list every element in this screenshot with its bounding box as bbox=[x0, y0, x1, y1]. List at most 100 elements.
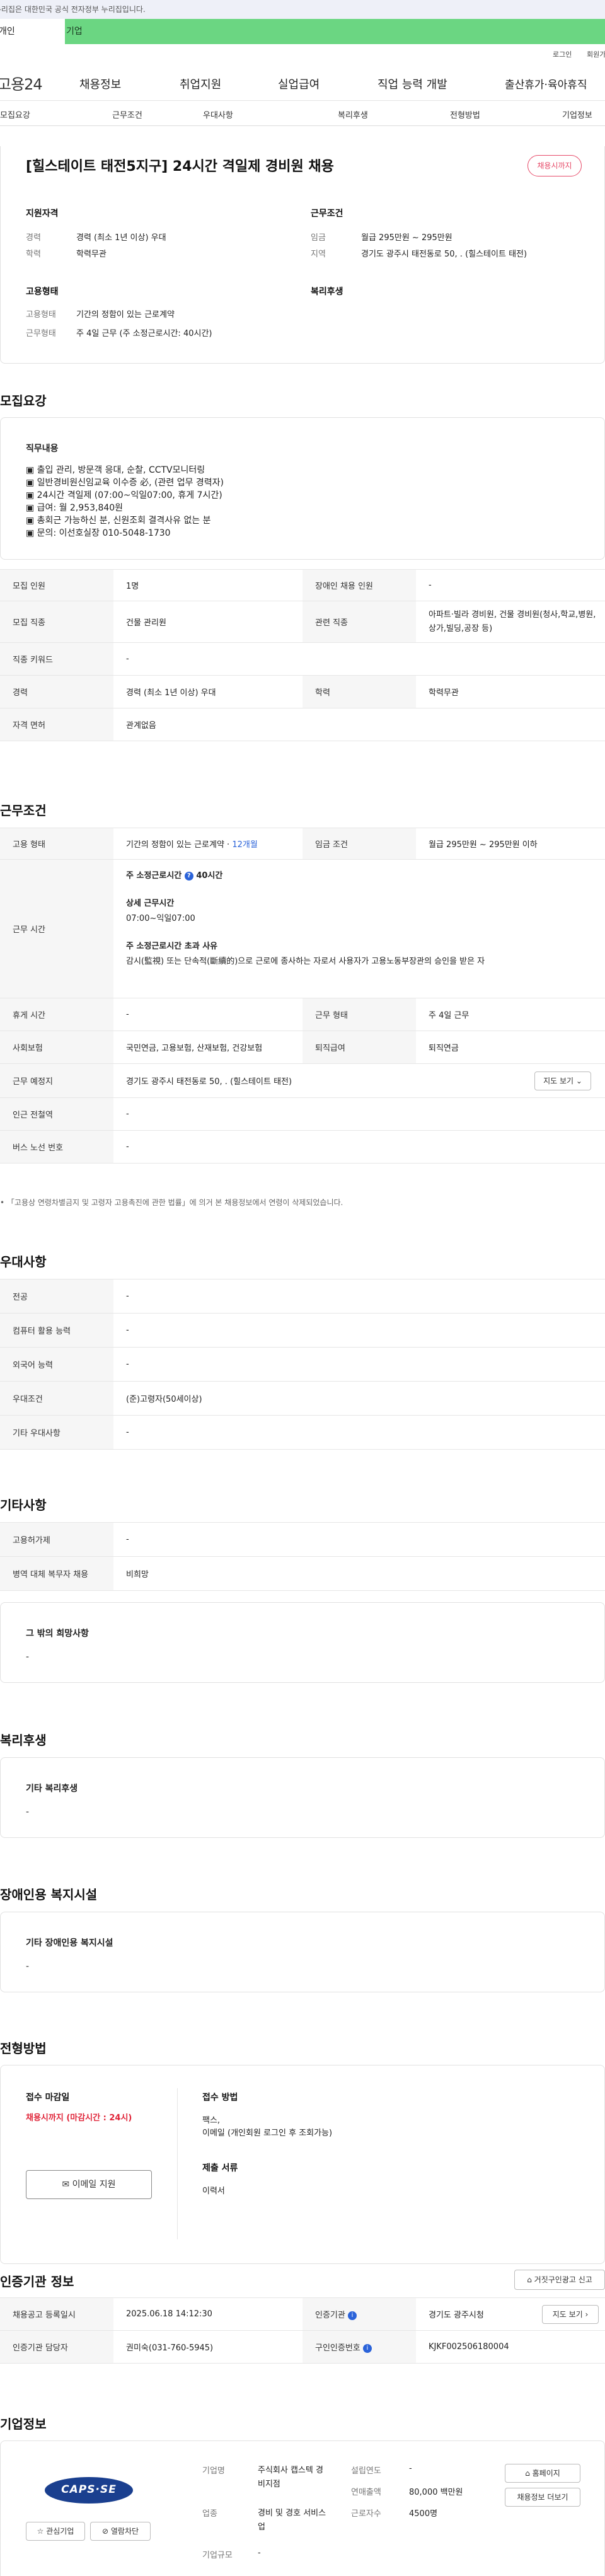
job-summary-card: [힐스테이트 태전5지구] 24시간 격일제 경비원 채용 채용시까지 지원자격… bbox=[0, 146, 605, 364]
gnb-menu-employment-support[interactable]: 취업지원 bbox=[180, 76, 221, 92]
duty-line: ▣ 문의: 이선호실장 010-5048-1730 bbox=[26, 528, 171, 538]
major-label: 전공 bbox=[0, 1279, 113, 1314]
employment-type-value: 기간의 정함이 있는 근로계약 bbox=[76, 310, 175, 320]
duty-line: ▣ 총회근 가능하신 분, 신원조회 결격사유 없는 분 bbox=[26, 516, 211, 526]
duty-line: ▣ 출입 관리, 방문객 응대, 순찰, CCTV모니터링 bbox=[26, 465, 205, 475]
manager-label: 인증기관 담당자 bbox=[0, 2330, 113, 2364]
docs-value: 이력서 bbox=[202, 2186, 225, 2196]
cert-number-value: KJKF002506180004 bbox=[416, 2330, 605, 2364]
join-link[interactable]: 회원가입 bbox=[587, 49, 605, 59]
selection-card: 접수 마감일 채용시까지 (마감시간 : 24시) ✉ 이메일 지원 접수 방법… bbox=[0, 2065, 605, 2264]
benefit-section-title: 복리후생 bbox=[0, 1733, 47, 1748]
duty-line: ▣ 급여: 월 2,953,840원 bbox=[26, 503, 124, 513]
conditions-heading: 근무조건 bbox=[311, 209, 343, 219]
tab-company[interactable]: 기업 bbox=[65, 19, 605, 44]
gnb-menu-skills[interactable]: 직업 능력 개발 bbox=[377, 76, 447, 92]
agency-map-button[interactable]: 지도 보기 › bbox=[542, 2305, 599, 2324]
company-logo: CAPS·SE bbox=[26, 2464, 152, 2517]
work-form-value: 주 4일 근무 bbox=[416, 998, 605, 1031]
map-view-button[interactable]: 지도 보기 ⌄ bbox=[534, 1071, 591, 1090]
detail-hours-label: 상세 근무시간 bbox=[126, 899, 175, 908]
site-logo[interactable]: 고용24 bbox=[0, 72, 43, 94]
duty-line: ▣ 24시간 격일제 (07:00~익일07:00, 휴게 7시간) bbox=[26, 490, 222, 500]
employment-form-value: 기간의 정함이 있는 근로계약 · bbox=[126, 840, 233, 850]
selection-section-title: 전형방법 bbox=[0, 2041, 47, 2056]
rest-time-value: - bbox=[113, 998, 302, 1031]
gnb-menu-parental-leave[interactable]: 출산휴가·육아휴직 bbox=[505, 76, 587, 91]
wage-value: 월급 295만원 ~ 295만원 bbox=[361, 233, 452, 243]
anchor-preference[interactable]: 우대사항 bbox=[203, 108, 233, 120]
station-value: - bbox=[113, 1097, 605, 1131]
home-icon: ⌂ bbox=[527, 2275, 532, 2284]
benefit-value: - bbox=[26, 1807, 30, 1817]
gnb-menu-unemployment-benefit[interactable]: 실업급여 bbox=[278, 76, 320, 92]
table-row: 기타 우대사항 - bbox=[0, 1415, 605, 1450]
workplace-value: 경기도 광주시 태전동로 50, . (힐스테이트 태전) bbox=[126, 1077, 292, 1087]
block-view-label: 열람차단 bbox=[110, 2527, 139, 2536]
sales-value: 80,000 백만원 bbox=[409, 2488, 463, 2497]
company-name-label: 기업명 bbox=[202, 2466, 225, 2476]
other-preference-value: - bbox=[113, 1415, 605, 1450]
education-row-value: 학력무관 bbox=[416, 675, 605, 708]
employment-form-cell: 기간의 정함이 있는 근로계약 · 12개월 bbox=[113, 828, 302, 860]
gnb-menu-jobs[interactable]: 채용정보 bbox=[79, 76, 121, 92]
table-row: 버스 노선 번호 - bbox=[0, 1130, 605, 1164]
disability-section-title: 장애인용 복지시설 bbox=[0, 1887, 98, 1902]
homepage-button[interactable]: ⌂ 홈페이지 bbox=[505, 2464, 580, 2483]
agency-label-cell: 인증기관 i bbox=[302, 2297, 416, 2331]
other-wishes-card: 그 밖의 희망사항 - bbox=[0, 1602, 605, 1683]
company-section-title: 기업정보 bbox=[0, 2417, 47, 2432]
job-category-label: 모집 직종 bbox=[0, 601, 113, 643]
anchor-selection[interactable]: 전형방법 bbox=[450, 108, 480, 120]
tab-individual[interactable]: 개인 bbox=[0, 19, 65, 44]
deadline-value: 채용시까지 (마감시간 : 24시) bbox=[26, 2113, 132, 2123]
agency-value: 경기도 광주시청 bbox=[429, 2311, 484, 2320]
bus-label: 버스 노선 번호 bbox=[0, 1130, 113, 1164]
major-value: - bbox=[113, 1279, 605, 1314]
work-type-label: 근무형태 bbox=[26, 329, 56, 338]
anchor-company[interactable]: 기업정보 bbox=[562, 108, 592, 120]
employment-form-label: 고용 형태 bbox=[0, 828, 113, 860]
related-category-value: 아파트·빌라 경비원, 건물 경비원(청사,학교,병원,상가,빌딩,공장 등) bbox=[416, 601, 605, 643]
employment-type-label: 고용형태 bbox=[26, 310, 56, 320]
deadline-label: 접수 마감일 bbox=[26, 2093, 70, 2103]
sales-label: 연매출액 bbox=[351, 2488, 381, 2497]
disability-value: - bbox=[26, 1961, 30, 1972]
duty-card: 직무내용 ▣ 출입 관리, 방문객 응대, 순찰, CCTV모니터링 ▣ 일반경… bbox=[0, 417, 605, 560]
more-jobs-button[interactable]: 채용정보 더보기 bbox=[505, 2488, 580, 2507]
block-view-button[interactable]: ⊘ 열람차단 bbox=[90, 2522, 151, 2541]
status-badge: 채용시까지 bbox=[527, 155, 582, 176]
age-notice: • 「고용상 연령차별금지 및 고령자 고용촉진에 관한 법률」에 의거 본 채… bbox=[0, 1198, 343, 1207]
info-icon[interactable]: i bbox=[362, 2343, 372, 2353]
table-row: 채용공고 등록일시 2025.06.18 14:12:30 인증기관 i 경기도… bbox=[0, 2297, 605, 2331]
anchor-recruit[interactable]: 모집요강 bbox=[0, 108, 30, 120]
wage-condition-label: 임금 조건 bbox=[302, 828, 416, 860]
false-ad-report-button[interactable]: ⌂ 거짓구인광고 신고 bbox=[514, 2270, 605, 2290]
career-value: 경력 (최소 1년 이상) 우대 bbox=[76, 233, 166, 243]
language-value: - bbox=[113, 1347, 605, 1382]
login-link[interactable]: 로그인 bbox=[553, 49, 572, 59]
mail-icon: ✉ bbox=[62, 2180, 70, 2190]
company-logo-mark: CAPS·SE bbox=[45, 2477, 133, 2504]
work-permit-label: 고용허가제 bbox=[0, 1522, 113, 1557]
wage-label: 임금 bbox=[311, 233, 326, 243]
job-title: [힐스테이트 태전5지구] 24시간 격일제 경비원 채용 bbox=[26, 159, 334, 175]
table-row: 우대조건 (준)고령자(50세이상) bbox=[0, 1381, 605, 1416]
interest-company-button[interactable]: ☆ 관심기업 bbox=[26, 2522, 85, 2541]
work-hours-cell: 주 소정근로시간 ? 40시간 상세 근무시간 07:00~익일07:00 주 … bbox=[113, 859, 605, 998]
cert-number-label: 구인인증번호 bbox=[315, 2343, 360, 2353]
email-apply-button[interactable]: ✉ 이메일 지원 bbox=[26, 2170, 152, 2199]
anchor-benefit[interactable]: 복리후생 bbox=[338, 108, 368, 120]
certification-table: 채용공고 등록일시 2025.06.18 14:12:30 인증기관 i 경기도… bbox=[0, 2297, 605, 2364]
headcount-label: 모집 인원 bbox=[0, 569, 113, 601]
preference-section-title: 우대사항 bbox=[0, 1254, 47, 1269]
retirement-label: 퇴직급여 bbox=[302, 1031, 416, 1064]
chevron-down-icon: ⌄ bbox=[575, 1077, 582, 1085]
related-category-label: 관련 직종 bbox=[302, 601, 416, 643]
help-icon[interactable]: ? bbox=[184, 871, 193, 881]
work-section-title: 근무조건 bbox=[0, 803, 47, 818]
table-row: 근무 예정지 경기도 광주시 태전동로 50, . (힐스테이트 태전) 지도 … bbox=[0, 1063, 605, 1098]
anchor-work[interactable]: 근무조건 bbox=[112, 108, 142, 120]
info-icon[interactable]: i bbox=[347, 2311, 357, 2320]
homepage-label: 홈페이지 bbox=[532, 2469, 560, 2478]
